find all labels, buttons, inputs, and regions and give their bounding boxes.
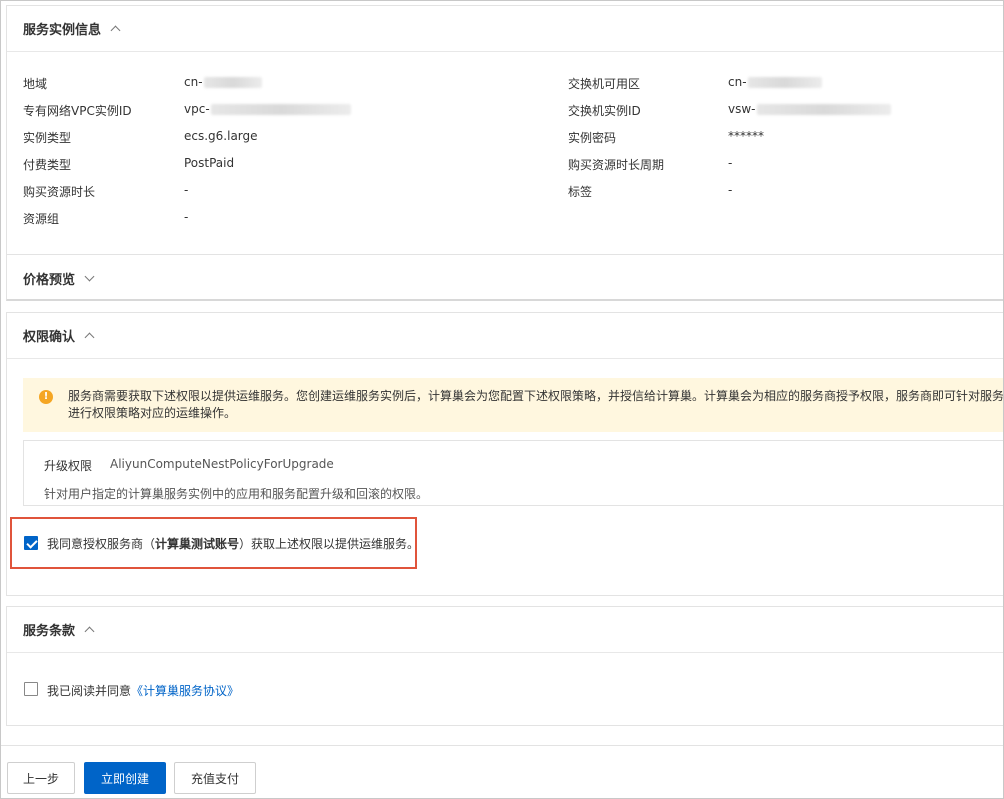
terms-label: 我已阅读并同意《计算巢服务协议》 <box>47 682 239 699</box>
permission-title: 权限确认 <box>23 330 76 345</box>
value-instance-password: ****** <box>728 129 764 143</box>
label-vpc-id: 专有网络VPC实例ID <box>23 104 132 118</box>
price-preview-title: 价格预览 <box>23 272 76 288</box>
chevron-up-icon[interactable] <box>84 626 95 637</box>
permission-header[interactable]: 权限确认 <box>7 313 1003 359</box>
label-purchase-duration: 购买资源时长 <box>23 185 96 199</box>
label-instance-password: 实例密码 <box>568 131 617 145</box>
notice-line-2: 进行权限策略对应的运维操作。 <box>68 406 237 420</box>
notice-line-1: 服务商需要获取下述权限以提供运维服务。您创建运维服务实例后，计算巢会为您配置下述… <box>68 389 1004 403</box>
masked-value <box>756 104 891 115</box>
masked-value <box>210 104 351 115</box>
price-preview-card: 价格预览 <box>6 254 1003 301</box>
chevron-up-icon[interactable] <box>110 25 121 36</box>
permission-notice: ! 服务商需要获取下述权限以提供运维服务。您创建运维服务实例后，计算巢会为您配置… <box>23 378 1004 432</box>
masked-value <box>747 77 822 88</box>
label-vswitch-zone: 交换机可用区 <box>568 77 641 91</box>
value-resource-group: - <box>184 210 189 224</box>
terms-header[interactable]: 服务条款 <box>7 607 1003 653</box>
service-agreement-link[interactable]: 《计算巢服务协议》 <box>131 684 239 698</box>
permission-policy-name: AliyunComputeNestPolicyForUpgrade <box>110 457 334 471</box>
label-billing-type: 付费类型 <box>23 158 72 172</box>
authorize-text-prefix: 我同意授权服务商（ <box>47 537 156 551</box>
chevron-up-icon[interactable] <box>84 332 95 343</box>
authorize-label[interactable]: 我同意授权服务商（计算巢测试账号）获取上述权限以提供运维服务。 <box>47 535 419 552</box>
permission-notice-text: 服务商需要获取下述权限以提供运维服务。您创建运维服务实例后，计算巢会为您配置下述… <box>68 388 1004 422</box>
value-region: cn- <box>184 75 262 89</box>
instance-info-title: 服务实例信息 <box>23 23 102 38</box>
permission-item-name: 升级权限 <box>44 459 93 473</box>
terms-card: 服务条款 我已阅读并同意《计算巢服务协议》 <box>6 606 1003 726</box>
label-instance-type: 实例类型 <box>23 131 72 145</box>
price-preview-header[interactable]: 价格预览 <box>7 255 1003 301</box>
label-resource-group: 资源组 <box>23 212 60 226</box>
create-now-button[interactable]: 立即创建 <box>84 762 166 794</box>
value-instance-type: ecs.g6.large <box>184 129 258 143</box>
value-duration-period: - <box>728 156 733 170</box>
warning-icon: ! <box>39 390 53 404</box>
permission-item-description: 针对用户指定的计算巢服务实例中的应用和服务配置升级和回滚的权限。 <box>44 487 429 501</box>
terms-text-prefix: 我已阅读并同意 <box>47 684 132 698</box>
chevron-down-icon[interactable] <box>84 271 95 281</box>
permission-item: 升级权限 AliyunComputeNestPolicyForUpgrade 针… <box>23 440 1003 506</box>
authorize-text-suffix: ）获取上述权限以提供运维服务。 <box>239 537 420 551</box>
label-tags: 标签 <box>568 185 593 199</box>
footer-divider <box>1 745 1003 746</box>
authorization-highlight: 我同意授权服务商（计算巢测试账号）获取上述权限以提供运维服务。 <box>10 517 419 569</box>
prev-step-button[interactable]: 上一步 <box>7 762 75 794</box>
terms-title: 服务条款 <box>23 624 76 639</box>
value-tags: - <box>728 183 733 197</box>
instance-info-card: 服务实例信息 <box>6 5 1003 255</box>
value-vpc-id: vpc- <box>184 102 351 116</box>
provider-name: 计算巢测试账号 <box>155 537 240 551</box>
label-vswitch-id: 交换机实例ID <box>568 104 641 118</box>
value-vswitch-zone: cn- <box>728 75 822 89</box>
authorize-checkbox[interactable] <box>24 536 38 550</box>
instance-info-header[interactable]: 服务实例信息 <box>7 6 1003 52</box>
terms-checkbox[interactable] <box>24 682 38 696</box>
label-region: 地域 <box>23 77 48 91</box>
recharge-pay-button[interactable]: 充值支付 <box>174 762 256 794</box>
value-billing-type: PostPaid <box>184 156 235 170</box>
value-vswitch-id: vsw- <box>728 102 891 116</box>
label-duration-period: 购买资源时长周期 <box>568 158 665 172</box>
page-frame: 服务实例信息 地域 cn- 专有网络VPC实例ID vpc- 实例类型 ecs.… <box>0 0 1004 799</box>
value-purchase-duration: - <box>184 183 189 197</box>
masked-value <box>203 77 262 88</box>
